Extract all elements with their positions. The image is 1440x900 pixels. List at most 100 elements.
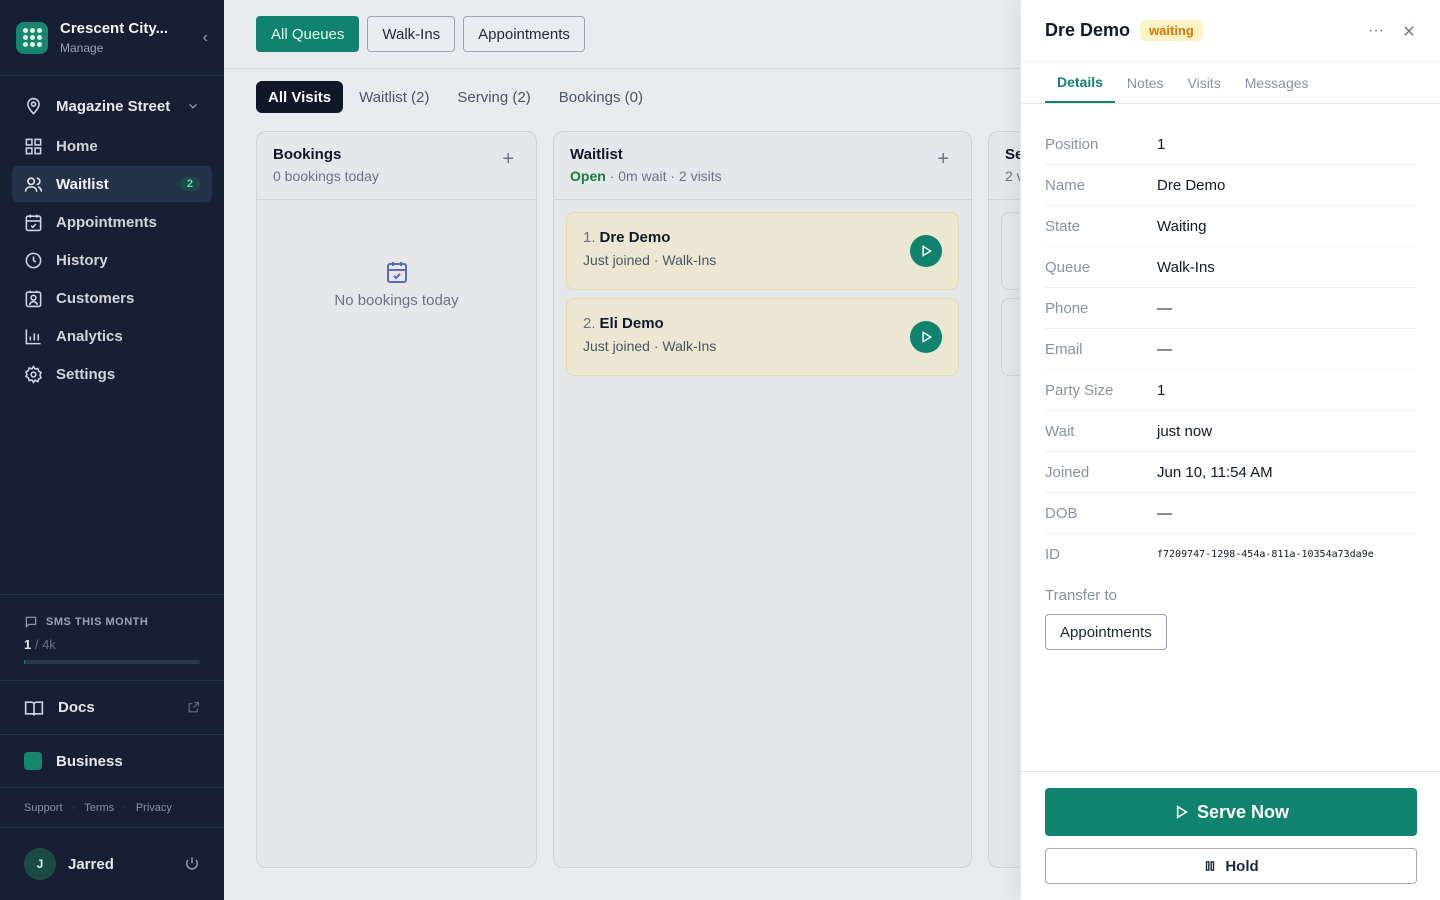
add-booking-icon[interactable]: +: [502, 148, 514, 171]
detail-row: Wait just now: [1045, 411, 1416, 452]
details-list: Position 1 Name Dre Demo State Waiting Queu…: [1021, 104, 1440, 575]
detail-row: Email —: [1045, 329, 1416, 370]
calendar-check-icon: [386, 262, 407, 283]
filter-bookings[interactable]: Bookings (0): [547, 81, 655, 113]
detail-value: Waiting: [1157, 217, 1207, 235]
serve-visit-button[interactable]: [910, 321, 942, 353]
hold-button[interactable]: Hold: [1045, 848, 1417, 884]
power-icon[interactable]: [184, 856, 200, 872]
tab-notes[interactable]: Notes: [1115, 62, 1176, 103]
queue-walkins-button[interactable]: Walk-Ins: [367, 16, 456, 52]
sidebar-item-home[interactable]: Home: [12, 128, 212, 164]
serve-visit-button[interactable]: [910, 235, 942, 267]
detail-label: Queue: [1045, 258, 1091, 276]
message-icon: [25, 616, 37, 629]
detail-label: Joined: [1045, 463, 1090, 481]
sidebar-nav: Home Waitlist 2 Appointments History Cus…: [0, 128, 224, 392]
legal-links: Support · Terms · Privacy: [0, 787, 224, 827]
calendar-icon: [25, 214, 42, 231]
docs-link[interactable]: Docs: [0, 680, 224, 734]
external-link-icon: [188, 702, 199, 713]
tab-visits[interactable]: Visits: [1176, 62, 1233, 103]
detail-value: —: [1157, 340, 1172, 358]
sms-usage: SMS THIS MONTH 1 / 4k: [0, 594, 224, 680]
column-subtitle: · 0m wait · 2 visits: [605, 168, 722, 184]
detail-label: Email: [1045, 340, 1083, 358]
chevron-down-icon: [189, 103, 197, 109]
sms-title: SMS THIS MONTH: [46, 616, 149, 628]
business-label: Business: [56, 752, 123, 770]
sidebar-item-analytics[interactable]: Analytics: [12, 318, 212, 354]
bookings-column: Bookings 0 bookings today + No bookings …: [256, 131, 537, 868]
visit-card[interactable]: 2. Eli Demo Just joined · Walk-Ins: [566, 298, 959, 376]
transfer-label: Transfer to: [1045, 587, 1117, 604]
visit-meta: Just joined · Walk-Ins: [583, 252, 717, 268]
location-name: Magazine Street: [56, 97, 171, 115]
filter-serving[interactable]: Serving (2): [445, 81, 542, 113]
users-icon: [24, 176, 43, 192]
detail-value: Dre Demo: [1157, 176, 1226, 194]
serve-now-button[interactable]: Serve Now: [1045, 788, 1417, 836]
play-icon: [922, 331, 933, 343]
queue-appointments-button[interactable]: Appointments: [463, 16, 585, 52]
sidebar-item-label: Home: [56, 137, 98, 155]
visit-position: 2.: [583, 315, 596, 332]
book-icon: [24, 700, 44, 716]
user-profile[interactable]: J Jarred: [0, 827, 224, 900]
gear-icon: [24, 364, 43, 384]
detail-row: Queue Walk-Ins: [1045, 247, 1416, 288]
chevron-left-icon[interactable]: ‹: [203, 29, 208, 47]
detail-label: Party Size: [1045, 381, 1114, 399]
sidebar-item-history[interactable]: History: [12, 242, 212, 278]
support-link[interactable]: Support: [24, 802, 63, 814]
detail-label: DOB: [1045, 504, 1078, 522]
panel-tabs: Details Notes Visits Messages: [1021, 62, 1440, 104]
play-icon: [1176, 805, 1188, 819]
detail-row: DOB —: [1045, 493, 1416, 534]
visit-id-value: f7209747-1298-454a-811a-10354a73da9e: [1157, 549, 1374, 560]
brand-header[interactable]: Crescent City... Manage ‹: [0, 0, 224, 76]
filter-waitlist[interactable]: Waitlist (2): [347, 81, 441, 113]
detail-value: just now: [1157, 422, 1213, 440]
docs-label: Docs: [58, 699, 95, 716]
detail-row: Joined Jun 10, 11:54 AM: [1045, 452, 1416, 493]
filter-all-visits[interactable]: All Visits: [256, 81, 344, 113]
close-icon[interactable]: [1402, 24, 1416, 38]
brand-logo: [16, 21, 48, 54]
sms-progress-bar: [24, 660, 200, 664]
add-visit-icon[interactable]: +: [937, 148, 949, 171]
business-link[interactable]: Business: [0, 734, 224, 787]
visitor-name: Dre Demo: [1045, 20, 1131, 40]
detail-row: Phone —: [1045, 288, 1416, 329]
visit-position: 1.: [583, 229, 596, 246]
detail-value: —: [1157, 299, 1172, 317]
brand-subtitle: Manage: [60, 41, 104, 55]
detail-label: Phone: [1045, 299, 1089, 317]
detail-row: ID f7209747-1298-454a-811a-10354a73da9e: [1045, 534, 1416, 575]
terms-link[interactable]: Terms: [84, 802, 114, 814]
visit-name: Eli Demo: [599, 315, 664, 332]
detail-row: Name Dre Demo: [1045, 165, 1416, 206]
sidebar-item-settings[interactable]: Settings: [12, 356, 212, 392]
location-selector[interactable]: Magazine Street: [12, 94, 212, 118]
business-logo: [24, 752, 42, 770]
visit-card[interactable]: 1. Dre Demo Just joined · Walk-Ins: [566, 212, 959, 290]
serve-now-label: Serve Now: [1196, 801, 1290, 822]
more-options-icon[interactable]: ···: [1368, 22, 1384, 40]
tab-messages[interactable]: Messages: [1233, 62, 1321, 103]
sidebar: Crescent City... Manage ‹ Magazine Stree…: [0, 0, 224, 900]
privacy-link[interactable]: Privacy: [136, 802, 172, 814]
queue-all-button[interactable]: All Queues: [256, 16, 360, 52]
sidebar-item-appointments[interactable]: Appointments: [12, 204, 212, 240]
sidebar-item-customers[interactable]: Customers: [12, 280, 212, 316]
visit-name: Dre Demo: [599, 229, 671, 246]
detail-label: State: [1045, 217, 1081, 235]
tab-details[interactable]: Details: [1045, 62, 1115, 103]
sidebar-item-label: Customers: [56, 289, 135, 307]
detail-row: State Waiting: [1045, 206, 1416, 247]
detail-value: Walk-Ins: [1157, 258, 1215, 276]
sidebar-item-waitlist[interactable]: Waitlist 2: [12, 166, 212, 202]
brand-name: Crescent City...: [60, 20, 169, 37]
detail-row: Party Size 1: [1045, 370, 1416, 411]
transfer-appointments-button[interactable]: Appointments: [1045, 614, 1167, 650]
